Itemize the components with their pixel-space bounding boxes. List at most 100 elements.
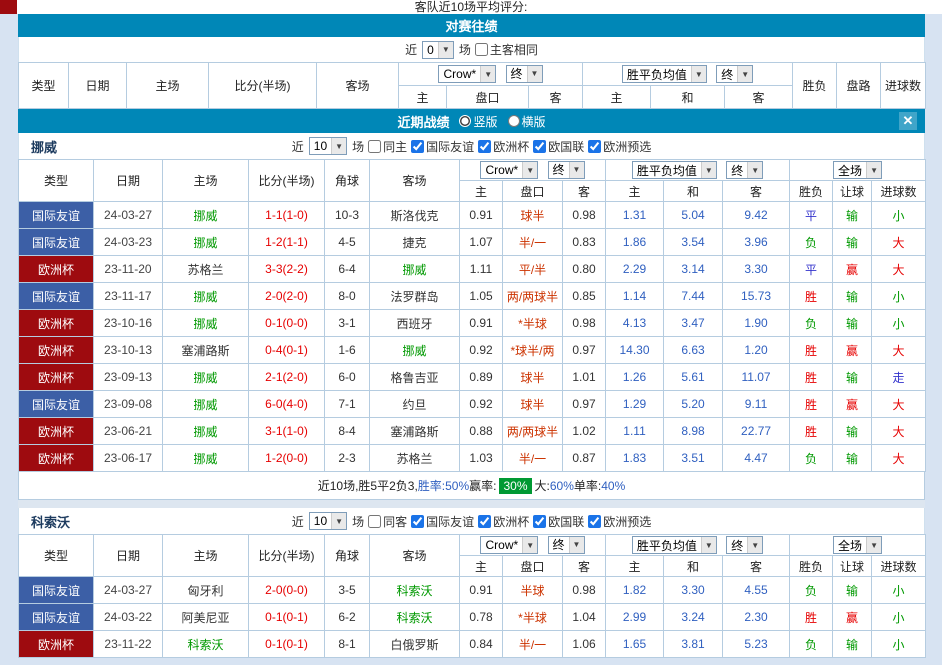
cell-score[interactable]: 3-1(1-0)	[249, 418, 325, 445]
cell-odds-away: 0.98	[563, 310, 606, 337]
cell-away-team[interactable]: 西班牙	[370, 310, 460, 337]
top-partial-text: 客队近10场平均评分:	[0, 0, 942, 14]
cell-score[interactable]: 0-1(0-1)	[249, 631, 325, 658]
cell-result: 负	[790, 310, 833, 337]
cell-score[interactable]: 1-2(0-0)	[249, 445, 325, 472]
vertical-layout-input[interactable]	[459, 115, 471, 127]
odds-source-select[interactable]: Crow*▼	[438, 65, 496, 83]
near-count-select[interactable]: 10 ▼	[309, 512, 347, 530]
competition-checkbox[interactable]	[478, 140, 491, 153]
odds-select-group: Crow*▼ 终▼	[399, 63, 583, 86]
competition-checkbox[interactable]	[478, 515, 491, 528]
cell-goals-result: 小	[872, 202, 926, 229]
competition-checkbox[interactable]	[588, 515, 601, 528]
odds-source-select[interactable]: Crow*▼	[480, 536, 538, 554]
same-venue-filter[interactable]: 同主	[366, 138, 407, 155]
fulltime-select[interactable]: 全场▼	[833, 161, 882, 179]
odds-time-select[interactable]: 终▼	[548, 161, 585, 179]
avg-time-select[interactable]: 终▼	[726, 161, 763, 179]
competition-filter[interactable]: 欧国联	[531, 138, 584, 155]
competition-filter[interactable]: 欧洲预选	[586, 513, 651, 530]
cell-score[interactable]: 1-2(1-1)	[249, 229, 325, 256]
cell-away-team[interactable]: 挪威	[370, 256, 460, 283]
cell-score[interactable]: 3-3(2-2)	[249, 256, 325, 283]
cell-score[interactable]: 0-1(0-0)	[249, 310, 325, 337]
cell-home-team[interactable]: 挪威	[163, 418, 249, 445]
fulltime-select[interactable]: 全场▼	[833, 536, 882, 554]
cell-away-team[interactable]: 科索沃	[370, 604, 460, 631]
cell-home-team[interactable]: 科索沃	[163, 631, 249, 658]
odds-time-select[interactable]: 终▼	[548, 536, 585, 554]
cell-avg-home: 2.99	[606, 604, 664, 631]
col-odds-home: 主	[399, 86, 447, 109]
cell-score[interactable]: 6-0(4-0)	[249, 391, 325, 418]
competition-filter[interactable]: 欧洲杯	[476, 513, 529, 530]
cell-home-team[interactable]: 匈牙利	[163, 577, 249, 604]
cell-away-team[interactable]: 白俄罗斯	[370, 631, 460, 658]
cell-away-team[interactable]: 约旦	[370, 391, 460, 418]
cell-away-team[interactable]: 科索沃	[370, 577, 460, 604]
horizontal-layout-radio[interactable]: 横版	[502, 113, 546, 130]
cell-goals-result: 大	[872, 337, 926, 364]
cell-competition-type: 国际友谊	[19, 202, 94, 229]
cell-home-team[interactable]: 挪威	[163, 283, 249, 310]
horizontal-layout-input[interactable]	[508, 115, 520, 127]
norway-matches-table: 类型 日期 主场 比分(半场) 角球 客场 Crow*▼ 终▼ 胜平负均值▼ 终…	[18, 159, 926, 472]
same-home-away-filter[interactable]: 主客相同	[473, 41, 538, 58]
same-venue-filter[interactable]: 同客	[366, 513, 407, 530]
cell-home-team[interactable]: 苏格兰	[163, 256, 249, 283]
cell-home-team[interactable]: 挪威	[163, 364, 249, 391]
competition-filter[interactable]: 欧洲预选	[586, 138, 651, 155]
same-venue-checkbox[interactable]	[368, 140, 381, 153]
near-count-select[interactable]: 10 ▼	[309, 137, 347, 155]
competition-filter[interactable]: 国际友谊	[409, 138, 474, 155]
vertical-layout-radio[interactable]: 竖版	[453, 113, 497, 130]
cell-score[interactable]: 2-1(2-0)	[249, 364, 325, 391]
cell-score[interactable]: 2-0(2-0)	[249, 283, 325, 310]
cell-home-team[interactable]: 挪威	[163, 445, 249, 472]
odds-time-select[interactable]: 终▼	[506, 65, 543, 83]
odds-source-select[interactable]: Crow*▼	[480, 161, 538, 179]
cell-score[interactable]: 1-1(1-0)	[249, 202, 325, 229]
fulltime-select-group: 全场▼	[790, 160, 926, 181]
same-home-away-checkbox[interactable]	[475, 43, 488, 56]
close-icon[interactable]: ✕	[899, 112, 917, 130]
cell-home-team[interactable]: 挪威	[163, 310, 249, 337]
avg-time-select[interactable]: 终▼	[726, 536, 763, 554]
cell-home-team[interactable]: 阿美尼亚	[163, 604, 249, 631]
avg-time-select[interactable]: 终▼	[716, 65, 753, 83]
competition-checkbox[interactable]	[411, 515, 424, 528]
match-row: 欧洲杯23-06-17挪威1-2(0-0)2-3苏格兰1.03半/一0.871.…	[19, 445, 926, 472]
avg-odds-select[interactable]: 胜平负均值▼	[632, 536, 717, 554]
competition-filter[interactable]: 欧洲杯	[476, 138, 529, 155]
cell-away-team[interactable]: 挪威	[370, 337, 460, 364]
competition-checkbox[interactable]	[533, 515, 546, 528]
competition-filter[interactable]: 国际友谊	[409, 513, 474, 530]
cell-away-team[interactable]: 苏格兰	[370, 445, 460, 472]
cell-competition-type: 欧洲杯	[19, 631, 94, 658]
cell-handicap: 球半	[503, 364, 563, 391]
cell-score[interactable]: 0-1(0-1)	[249, 604, 325, 631]
competition-checkbox[interactable]	[533, 140, 546, 153]
cell-home-team[interactable]: 挪威	[163, 229, 249, 256]
cell-home-team[interactable]: 挪威	[163, 202, 249, 229]
cell-away-team[interactable]: 捷克	[370, 229, 460, 256]
avg-odds-select[interactable]: 胜平负均值▼	[622, 65, 707, 83]
h2h-near-count-select[interactable]: 0 ▼	[422, 41, 454, 59]
competition-checkbox[interactable]	[411, 140, 424, 153]
cell-competition-type: 国际友谊	[19, 283, 94, 310]
cell-away-team[interactable]: 塞浦路斯	[370, 418, 460, 445]
cell-away-team[interactable]: 斯洛伐克	[370, 202, 460, 229]
avg-odds-select[interactable]: 胜平负均值▼	[632, 161, 717, 179]
cell-home-team[interactable]: 塞浦路斯	[163, 337, 249, 364]
col-home: 主场	[163, 535, 249, 577]
cell-away-team[interactable]: 格鲁吉亚	[370, 364, 460, 391]
competition-filter[interactable]: 欧国联	[531, 513, 584, 530]
cell-score[interactable]: 0-4(0-1)	[249, 337, 325, 364]
cell-score[interactable]: 2-0(0-0)	[249, 577, 325, 604]
competition-checkbox[interactable]	[588, 140, 601, 153]
cell-away-team[interactable]: 法罗群岛	[370, 283, 460, 310]
same-venue-checkbox[interactable]	[368, 515, 381, 528]
cell-home-team[interactable]: 挪威	[163, 391, 249, 418]
cell-result: 负	[790, 445, 833, 472]
